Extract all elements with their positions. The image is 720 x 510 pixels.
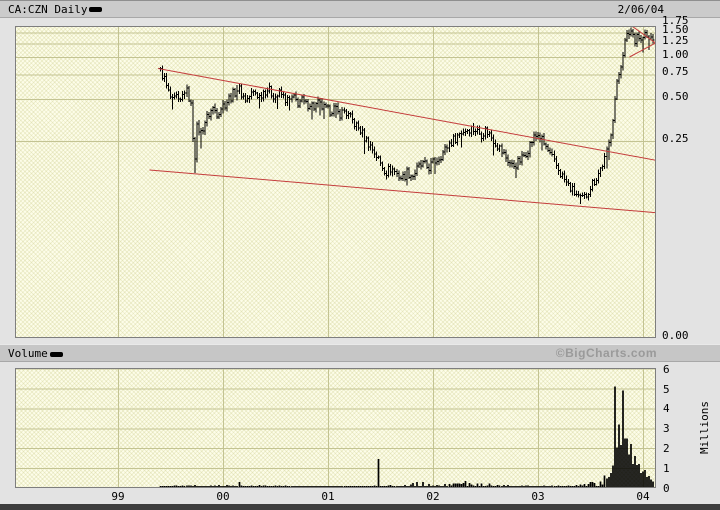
price-series-legend-icon [89,7,102,12]
trendline-upper-channel [157,68,655,161]
chart-titlebar: CA:CZN Daily 2/06/04 [0,0,720,18]
window-bottom-border [0,504,720,510]
trendline-lower-channel [149,169,655,214]
price-axis-tick: 1.50 [662,23,689,37]
volume-units-label: Millions [698,401,711,455]
bigcharts-watermark: ©BigCharts.com [555,346,657,360]
volume-gridlines [16,369,655,487]
volume-plot-area [15,368,656,488]
price-gridlines [16,27,655,337]
price-axis-tick: 1.00 [662,48,689,61]
time-axis-tick: 00 [216,490,230,503]
bigcharts-window: CA:CZN Daily 2/06/04 Volume ©BigCharts.c… [0,0,720,510]
volume-axis-tick: 2 [663,442,670,456]
volume-axis-tick: 3 [663,422,670,436]
volume-axis-tick: 1 [663,462,670,476]
symbol-title: CA:CZN Daily [8,3,88,16]
volume-axis-tick: 4 [663,402,670,416]
price-plot-area [15,26,656,338]
price-axis-tick: 1.25 [662,34,689,48]
price-axis-tick: 0.75 [662,65,689,79]
time-axis-tick: 99 [111,490,125,503]
price-axis-tick: 0.50 [662,89,689,103]
volume-axis-tick: 5 [663,382,670,396]
volume-axis-tick: 6 [663,362,670,376]
volume-bars [159,386,654,487]
volume-axis-tick: 0 [663,482,670,495]
volume-label: Volume [8,347,48,360]
quote-date: 2/06/04 [617,3,664,16]
volume-header: Volume ©BigCharts.com [0,344,720,362]
trendlines [149,27,655,214]
time-axis-tick: 01 [321,490,335,503]
price-chart [16,27,655,337]
time-axis-tick: 02 [426,490,440,503]
volume-series-legend-icon [50,352,63,357]
price-axis-tick: 0.00 [662,329,689,342]
time-axis-tick: 04 [636,490,650,503]
time-axis-tick: 03 [531,490,545,503]
price-axis-tick: 0.25 [662,131,689,145]
volume-chart [16,369,655,487]
trendline-pennant-bottom [629,42,655,58]
